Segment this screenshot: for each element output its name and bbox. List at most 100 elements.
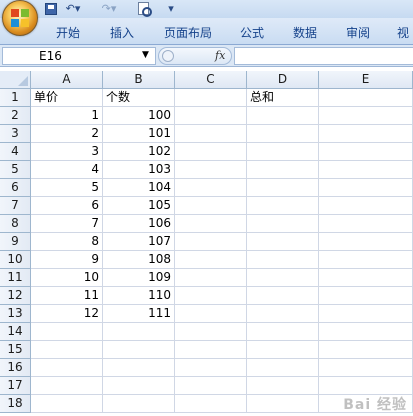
row-header-9[interactable]: 9	[0, 233, 31, 251]
row-header-17[interactable]: 17	[0, 377, 31, 395]
cell-b2[interactable]: 100	[103, 107, 175, 125]
cell-b3[interactable]: 101	[103, 125, 175, 143]
cell-a17[interactable]	[31, 377, 103, 395]
cell-a9[interactable]: 8	[31, 233, 103, 251]
cell-e5[interactable]	[319, 161, 413, 179]
cell-d11[interactable]	[247, 269, 319, 287]
cell-e3[interactable]	[319, 125, 413, 143]
cell-b11[interactable]: 109	[103, 269, 175, 287]
cell-d9[interactable]	[247, 233, 319, 251]
row-header-16[interactable]: 16	[0, 359, 31, 377]
cell-d7[interactable]	[247, 197, 319, 215]
cell-d4[interactable]	[247, 143, 319, 161]
insert-function-button[interactable]: fx	[215, 49, 225, 62]
cell-d6[interactable]	[247, 179, 319, 197]
name-box[interactable]: E16	[2, 47, 156, 65]
cell-d14[interactable]	[247, 323, 319, 341]
cell-e12[interactable]	[319, 287, 413, 305]
cell-c12[interactable]	[175, 287, 247, 305]
cell-a13[interactable]: 12	[31, 305, 103, 323]
save-icon[interactable]	[44, 1, 58, 16]
cell-d3[interactable]	[247, 125, 319, 143]
cell-c10[interactable]	[175, 251, 247, 269]
cell-b5[interactable]: 103	[103, 161, 175, 179]
cell-a1[interactable]: 单价	[31, 89, 103, 107]
tab-review[interactable]: 审阅	[346, 24, 370, 41]
cell-d18[interactable]	[247, 395, 319, 413]
cell-a2[interactable]: 1	[31, 107, 103, 125]
cell-c2[interactable]	[175, 107, 247, 125]
cell-c14[interactable]	[175, 323, 247, 341]
column-header-e[interactable]: E	[319, 71, 413, 89]
cell-b6[interactable]: 104	[103, 179, 175, 197]
cell-a7[interactable]: 6	[31, 197, 103, 215]
cell-e13[interactable]	[319, 305, 413, 323]
tab-view[interactable]: 视	[397, 24, 409, 41]
cell-c8[interactable]	[175, 215, 247, 233]
row-header-11[interactable]: 11	[0, 269, 31, 287]
row-header-10[interactable]: 10	[0, 251, 31, 269]
redo-icon[interactable]: ↷▾	[98, 1, 120, 16]
cell-a6[interactable]: 5	[31, 179, 103, 197]
cell-e17[interactable]	[319, 377, 413, 395]
column-header-d[interactable]: D	[247, 71, 319, 89]
cell-c3[interactable]	[175, 125, 247, 143]
cell-a16[interactable]	[31, 359, 103, 377]
cell-e6[interactable]	[319, 179, 413, 197]
cell-e11[interactable]	[319, 269, 413, 287]
column-header-c[interactable]: C	[175, 71, 247, 89]
tab-page-layout[interactable]: 页面布局	[164, 24, 212, 41]
cell-b15[interactable]	[103, 341, 175, 359]
cell-e10[interactable]	[319, 251, 413, 269]
row-header-3[interactable]: 3	[0, 125, 31, 143]
row-header-13[interactable]: 13	[0, 305, 31, 323]
cell-e16[interactable]	[319, 359, 413, 377]
cell-d5[interactable]	[247, 161, 319, 179]
cell-a12[interactable]: 11	[31, 287, 103, 305]
select-all-corner[interactable]	[0, 71, 31, 89]
cell-a3[interactable]: 2	[31, 125, 103, 143]
cell-d12[interactable]	[247, 287, 319, 305]
row-header-1[interactable]: 1	[0, 89, 31, 107]
cell-e1[interactable]	[319, 89, 413, 107]
row-header-2[interactable]: 2	[0, 107, 31, 125]
cell-c7[interactable]	[175, 197, 247, 215]
cell-c9[interactable]	[175, 233, 247, 251]
cell-b13[interactable]: 111	[103, 305, 175, 323]
tab-formulas[interactable]: 公式	[240, 24, 264, 41]
row-header-7[interactable]: 7	[0, 197, 31, 215]
cell-d8[interactable]	[247, 215, 319, 233]
row-header-4[interactable]: 4	[0, 143, 31, 161]
cell-b8[interactable]: 106	[103, 215, 175, 233]
expand-circle-icon[interactable]	[162, 50, 174, 62]
cell-b17[interactable]	[103, 377, 175, 395]
cell-e9[interactable]	[319, 233, 413, 251]
cell-a8[interactable]: 7	[31, 215, 103, 233]
cell-e7[interactable]	[319, 197, 413, 215]
cell-a11[interactable]: 10	[31, 269, 103, 287]
cell-b18[interactable]	[103, 395, 175, 413]
cell-a14[interactable]	[31, 323, 103, 341]
cell-c13[interactable]	[175, 305, 247, 323]
cell-c16[interactable]	[175, 359, 247, 377]
row-header-6[interactable]: 6	[0, 179, 31, 197]
cell-b10[interactable]: 108	[103, 251, 175, 269]
cell-c18[interactable]	[175, 395, 247, 413]
cell-b4[interactable]: 102	[103, 143, 175, 161]
cell-e4[interactable]	[319, 143, 413, 161]
cell-b14[interactable]	[103, 323, 175, 341]
cell-b1[interactable]: 个数	[103, 89, 175, 107]
cell-a5[interactable]: 4	[31, 161, 103, 179]
row-header-5[interactable]: 5	[0, 161, 31, 179]
cell-d10[interactable]	[247, 251, 319, 269]
cell-b7[interactable]: 105	[103, 197, 175, 215]
cell-c1[interactable]	[175, 89, 247, 107]
tab-home[interactable]: 开始	[56, 24, 80, 41]
name-box-dropdown-icon[interactable]: ▼	[142, 50, 149, 60]
row-header-15[interactable]: 15	[0, 341, 31, 359]
print-preview-icon[interactable]	[132, 1, 154, 17]
undo-icon[interactable]: ↶▾	[62, 1, 84, 16]
cell-a10[interactable]: 9	[31, 251, 103, 269]
tab-data[interactable]: 数据	[293, 24, 317, 41]
cell-e2[interactable]	[319, 107, 413, 125]
